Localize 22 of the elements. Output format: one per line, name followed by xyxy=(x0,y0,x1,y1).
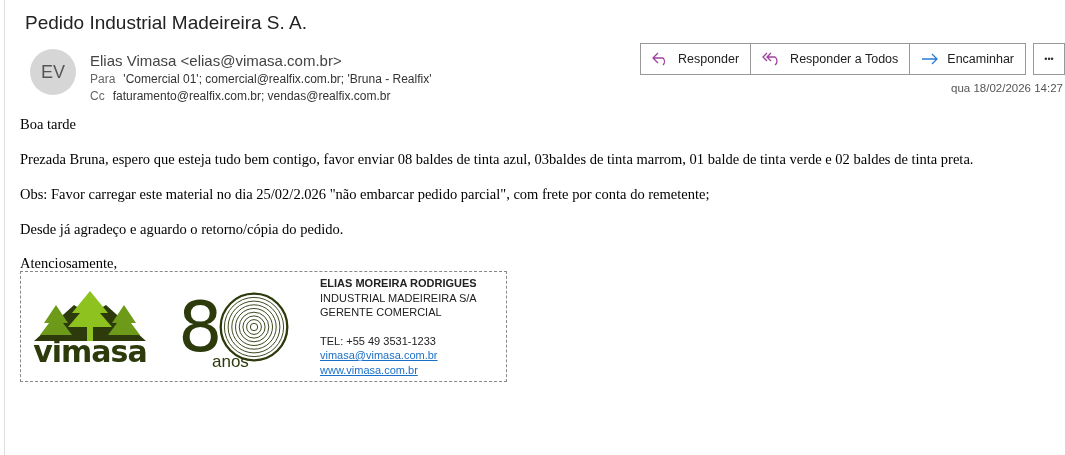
signature-link[interactable]: vimasa@vimasa.com.br xyxy=(320,348,477,363)
signature-line: INDUSTRIAL MADEIREIRA S/A xyxy=(320,290,477,305)
brand-wordmark: vimasa xyxy=(33,336,147,367)
sent-date: qua 18/02/2026 14:27 xyxy=(951,82,1063,94)
body-paragraph: Desde já agradeço e aguardo o retorno/cópia do pedido. xyxy=(20,221,345,238)
to-recipients: 'Comercial 01'; comercial@realfix.com.br; 'Bruna - Realfix' xyxy=(123,72,432,86)
signature-link[interactable]: www.vimasa.com.br xyxy=(320,362,477,377)
body-paragraph: Boa tarde xyxy=(20,116,77,133)
signature-phone: TEL: +55 49 3531-1233 xyxy=(320,333,437,348)
body-paragraph: Prezada Bruna, espero que esteja tudo bem contigo, favor enviar 08 baldes de tinta azul, 03baldes de tinta marrom, 01 balde de tinta verde e 02 baldes de tinta preta. xyxy=(20,151,975,168)
signature-line: GERENTE COMERCIAL xyxy=(320,305,443,320)
sender-name: Elias Vimasa <elias@vimasa.com.br> xyxy=(90,52,343,69)
closing-text: Atenciosamente, xyxy=(20,256,119,271)
to-label: Para xyxy=(90,72,116,86)
sender-avatar: EV xyxy=(30,49,76,95)
signature-name: ELIAS MOREIRA RODRIGUES xyxy=(320,276,477,291)
more-button[interactable]: ••• xyxy=(1033,43,1065,75)
email-subject: Pedido Industrial Madeireira S. A. xyxy=(24,11,308,35)
cc-recipients: faturamento@realfix.com.br; vendas@realfix.com.br xyxy=(112,89,391,103)
body-paragraph: Obs: Favor carregar este material no dia 25/02/2.026 "não embarcar pedido parcial", com frete por conta do remetente; xyxy=(20,186,711,203)
forward-icon xyxy=(921,52,940,66)
cc-label: Cc xyxy=(90,89,105,103)
